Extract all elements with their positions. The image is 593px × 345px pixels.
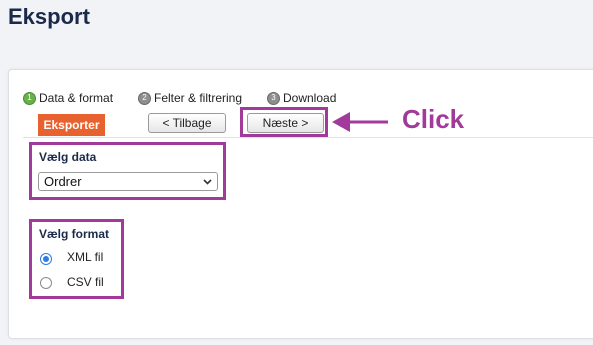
- step-download: 3 Download: [267, 91, 336, 105]
- data-label: Vælg data: [39, 150, 97, 164]
- step-1-icon: 1: [23, 91, 36, 105]
- format-label: Vælg format: [39, 227, 110, 241]
- click-annotation: Click: [402, 104, 465, 134]
- step-fields-filtering: 2 Felter & filtrering: [138, 91, 242, 105]
- arrow-left-icon: [332, 112, 388, 132]
- highlight-next-button: [240, 107, 328, 137]
- step-label: Download: [283, 91, 337, 105]
- xml-radio-label: XML fil: [67, 250, 104, 264]
- step-3-icon: 3: [267, 91, 280, 105]
- csv-radio-label: CSV fil: [67, 275, 104, 289]
- step-2-icon: 2: [138, 91, 151, 105]
- data-select[interactable]: Ordrer: [38, 172, 218, 191]
- divider: [23, 137, 593, 138]
- step-label: Data & format: [39, 91, 114, 105]
- back-button[interactable]: < Tilbage: [148, 113, 226, 133]
- tab-eksporter[interactable]: Eksporter: [38, 114, 105, 136]
- data-select-value: Ordrer: [44, 174, 82, 189]
- step-label: Felter & filtrering: [154, 91, 243, 105]
- xml-radio[interactable]: [40, 253, 52, 265]
- chevron-down-icon: [203, 179, 212, 185]
- page-title: Eksport: [8, 4, 90, 29]
- csv-radio[interactable]: [40, 277, 52, 289]
- step-data-format: 1 Data & format: [23, 91, 113, 105]
